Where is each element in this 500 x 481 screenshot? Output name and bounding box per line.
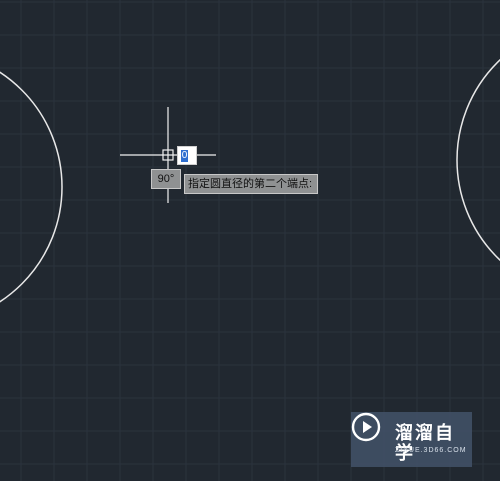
command-prompt-tooltip: 指定圆直径的第二个端点: [184,174,319,194]
model-space [0,0,500,481]
play-icon [351,412,381,442]
dynamic-input-field[interactable]: 0 [177,146,197,165]
watermark-url: ZIXUE.3D66.COM [395,447,467,454]
angle-tooltip: 90° [151,169,181,189]
circle-right[interactable] [456,22,500,298]
circle-left[interactable] [0,50,63,324]
grid-lines [0,0,500,481]
drawing-area[interactable]: 0 90° 指定圆直径的第二个端点: 溜溜自学 ZIXUE.3D66.COM [0,0,500,481]
watermark-name: 溜溜自学 [395,423,455,463]
watermark-logo: 溜溜自学 ZIXUE.3D66.COM [351,412,472,467]
input-value: 0 [181,150,188,162]
